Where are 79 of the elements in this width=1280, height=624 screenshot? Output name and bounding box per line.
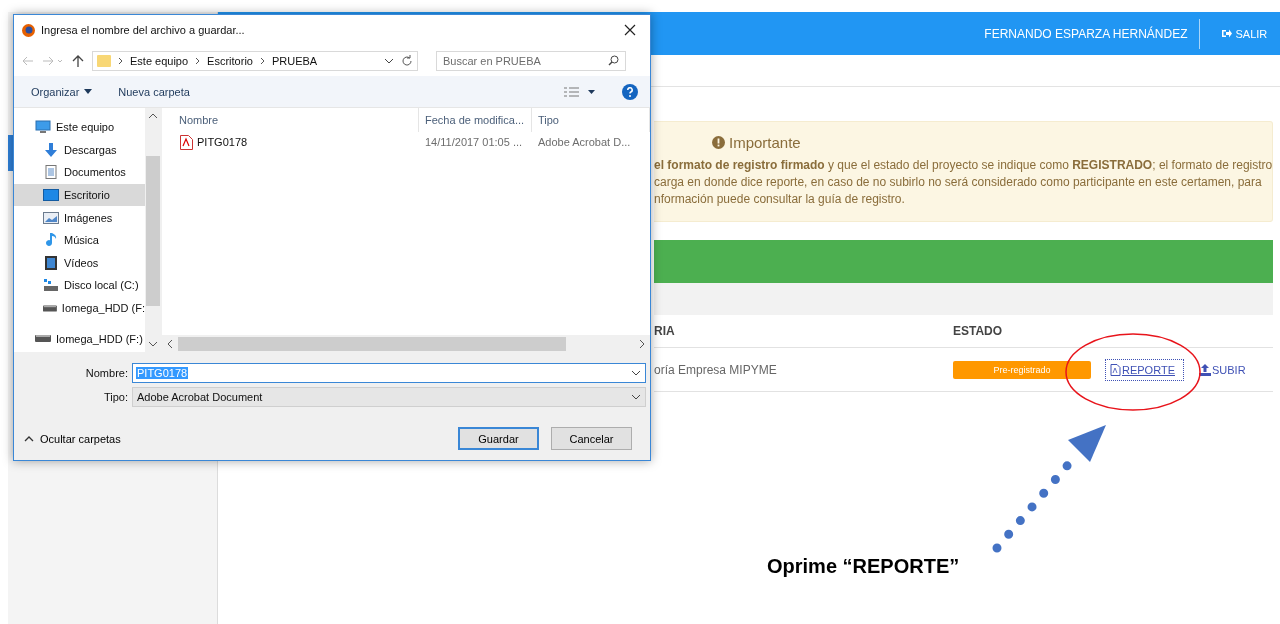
up-arrow-icon[interactable] [72,54,84,67]
hide-folders-button[interactable]: Ocultar carpetas [24,432,458,445]
hard-drive-icon [35,335,51,343]
nav-item[interactable]: Descargas [14,138,145,162]
logout-icon [1222,29,1233,38]
file-date: 14/11/2017 01:05 ... [425,135,523,150]
scrollbar-thumb[interactable] [178,336,566,351]
close-icon [624,24,636,36]
scrollbar-thumb[interactable] [146,156,160,306]
pdf-file-icon [180,134,193,150]
help-icon[interactable] [622,83,638,100]
document-icon [43,165,59,180]
nav-item[interactable]: Documentos [14,161,145,184]
browser-logo-icon [22,23,35,37]
music-note-icon [43,233,59,248]
exclamation-icon [712,136,725,149]
field-label: Tipo: [102,391,129,403]
chevron-right-icon [118,56,123,65]
image-icon [43,210,59,225]
film-icon [43,255,59,270]
status-badge: Pre-registrado [953,360,1091,379]
pdf-file-icon [1110,363,1121,376]
search-field[interactable]: Buscar en PRUEBA [436,50,626,71]
user-name: FERNANDO ESPARZA HERNÁNDEZ [984,26,1189,41]
nav-item[interactable]: Vídeos [14,251,145,275]
field-label: Nombre: [84,367,129,379]
column-header[interactable]: Tipo [532,108,650,132]
table-cell-text: oría Empresa MIPYME [654,362,778,377]
nav-item[interactable]: Iomega_HDD (F: [14,296,145,320]
column-header[interactable]: Nombre [162,108,419,132]
column-header[interactable]: Fecha de modifica... [419,108,532,132]
nav-item[interactable]: Música [14,228,145,252]
scroll-left-icon[interactable] [166,338,174,349]
nav-item[interactable]: Este equipo [14,116,145,139]
alert-text: el formato de registro firmado y que el estado del proyecto se indique como REGISTRADO; el formato de registro [654,157,1273,174]
nav-item[interactable]: Iomega_HDD (F:) [14,327,145,350]
search-icon [608,55,619,66]
new-folder-button[interactable]: Nueva carpeta [118,85,190,98]
breadcrumb-item[interactable]: PRUEBA [271,54,318,67]
hard-drive-icon [43,278,59,293]
alert-title: Importante [729,134,801,151]
monitor-icon [35,120,51,135]
hard-drive-icon [43,304,57,312]
chevron-down-icon [631,394,641,400]
alert-text: carga en donde dice reporte, en caso de no subirlo no será considerado como participante en este certamen, para [654,174,1263,191]
upload-icon [1199,363,1211,376]
chevron-down-icon [631,370,641,376]
dialog-title: Ingresa el nombre del archivo a guardar... [41,24,246,36]
column-header: RIA [654,323,676,340]
nav-item[interactable]: Imágenes [14,206,145,229]
nav-item[interactable]: Escritorio [14,183,145,207]
action-link[interactable]: REPORTE [1105,358,1184,381]
down-arrow-icon [43,142,59,157]
annotation-caption: Oprime “REPORTE” [767,555,960,578]
column-header: ESTADO [953,323,1004,340]
file-type: Adobe Acrobat D... [538,135,631,150]
organize-button[interactable]: Organizar [31,85,93,98]
chevron-right-icon [195,56,201,65]
caret-down-icon [84,89,93,94]
folder-icon [97,53,111,68]
file-name[interactable]: PITG0178 [180,132,248,152]
view-options-icon[interactable] [564,86,596,97]
refresh-icon[interactable] [401,54,413,67]
scroll-right-icon[interactable] [638,338,646,349]
chevron-down-icon[interactable] [384,57,394,64]
scroll-up-icon[interactable] [148,112,158,120]
chevron-up-icon [24,435,34,442]
chevron-right-icon [259,56,265,65]
dialog-button[interactable]: Cancelar [551,427,632,450]
breadcrumb-item[interactable]: Escritorio [207,54,253,67]
action-link[interactable]: SUBIR [1194,358,1255,381]
alert-text: nformación puede consultar la guía de registro. [654,191,906,208]
file-type-select[interactable]: Adobe Acrobat Document [132,387,646,407]
dialog-button[interactable]: Guardar [458,427,539,450]
breadcrumb-item[interactable]: Este equipo [130,54,189,67]
desktop-icon [43,188,59,203]
scroll-down-icon[interactable] [148,340,158,348]
address-bar[interactable]: Este equipo Escritorio PRUEBA [92,50,418,71]
nav-item[interactable]: Disco local (C:) [14,274,145,297]
